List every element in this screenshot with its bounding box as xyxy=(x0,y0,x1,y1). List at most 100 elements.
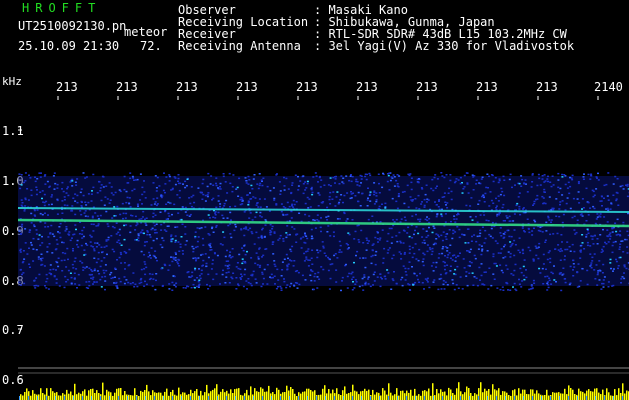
power-bar xyxy=(526,394,528,400)
power-bar xyxy=(172,396,173,400)
noise-speck xyxy=(124,268,126,270)
noise-speck xyxy=(396,174,399,176)
noise-speck xyxy=(596,177,598,179)
noise-speck xyxy=(587,232,590,234)
power-bar xyxy=(392,395,394,400)
noise-speck xyxy=(309,274,312,276)
noise-speck xyxy=(340,194,343,196)
noise-speck xyxy=(235,288,238,290)
noise-speck xyxy=(123,175,126,178)
noise-speck xyxy=(297,175,299,178)
power-bar xyxy=(366,390,368,400)
power-bar xyxy=(538,393,540,400)
noise-speck xyxy=(354,230,357,233)
power-bar xyxy=(550,396,551,400)
noise-speck xyxy=(425,184,428,186)
noise-speck xyxy=(536,247,539,249)
noise-speck xyxy=(619,230,622,232)
noise-speck xyxy=(18,230,21,232)
noise-speck xyxy=(19,251,22,253)
noise-speck xyxy=(531,181,534,183)
noise-speck xyxy=(155,223,158,225)
noise-speck xyxy=(32,260,35,262)
noise-speck xyxy=(457,179,460,181)
noise-speck xyxy=(285,286,288,289)
noise-speck xyxy=(257,258,260,260)
power-bar xyxy=(271,396,272,400)
noise-speck xyxy=(333,235,335,238)
noise-speck xyxy=(83,212,86,214)
noise-speck xyxy=(254,216,257,218)
noise-speck xyxy=(148,273,151,275)
noise-speck xyxy=(495,205,498,207)
noise-speck xyxy=(382,172,384,175)
noise-speck xyxy=(611,231,614,233)
noise-speck xyxy=(215,177,218,179)
noise-speck xyxy=(585,236,588,238)
noise-speck xyxy=(174,239,177,242)
noise-speck xyxy=(518,237,521,239)
power-bar xyxy=(622,396,623,400)
noise-speck xyxy=(241,198,244,200)
noise-speck xyxy=(605,243,608,245)
noise-speck xyxy=(523,182,526,184)
noise-speck xyxy=(96,242,99,244)
noise-speck xyxy=(491,237,494,239)
noise-speck xyxy=(44,226,47,228)
noise-speck xyxy=(261,256,263,258)
noise-speck xyxy=(209,246,212,248)
noise-speck xyxy=(43,204,46,207)
noise-speck xyxy=(492,253,495,255)
noise-speck xyxy=(21,223,24,226)
noise-speck xyxy=(409,289,412,291)
noise-speck xyxy=(338,218,341,220)
noise-speck xyxy=(404,267,407,270)
noise-speck xyxy=(561,241,563,243)
noise-speck xyxy=(61,188,63,190)
noise-speck xyxy=(620,282,622,284)
power-bar xyxy=(508,395,510,400)
noise-speck xyxy=(360,178,363,180)
noise-speck xyxy=(585,187,588,190)
noise-speck xyxy=(278,181,281,183)
noise-speck xyxy=(494,262,497,265)
noise-speck xyxy=(222,231,225,233)
noise-speck xyxy=(174,226,177,228)
noise-speck xyxy=(114,276,116,278)
brand-title: HROFFT xyxy=(22,1,102,15)
noise-speck xyxy=(182,253,184,255)
noise-speck xyxy=(452,232,455,235)
noise-speck xyxy=(46,180,49,183)
noise-speck xyxy=(470,197,473,199)
noise-speck xyxy=(115,233,118,235)
noise-speck xyxy=(472,284,475,286)
power-bar xyxy=(464,392,466,400)
noise-speck xyxy=(338,240,341,243)
noise-speck xyxy=(536,184,539,187)
noise-speck xyxy=(201,182,204,185)
power-bar xyxy=(100,396,101,400)
noise-speck xyxy=(450,190,453,193)
noise-speck xyxy=(435,266,438,268)
power-bar xyxy=(456,388,458,400)
noise-speck xyxy=(213,252,216,254)
noise-speck xyxy=(63,196,66,198)
noise-speck xyxy=(207,233,210,235)
noise-speck xyxy=(328,288,331,290)
noise-speck xyxy=(504,220,506,222)
noise-speck xyxy=(320,217,322,219)
noise-speck xyxy=(136,203,139,205)
noise-speck xyxy=(549,261,552,264)
power-bar xyxy=(181,396,182,400)
noise-speck xyxy=(373,203,376,205)
noise-speck xyxy=(283,258,286,260)
power-bar xyxy=(60,395,62,400)
noise-speck xyxy=(510,244,513,246)
noise-speck xyxy=(558,208,561,210)
noise-speck xyxy=(423,239,426,242)
noise-speck xyxy=(446,284,449,286)
noise-speck xyxy=(434,242,437,245)
noise-speck xyxy=(239,198,242,201)
noise-speck xyxy=(256,264,259,266)
noise-speck xyxy=(84,210,87,212)
